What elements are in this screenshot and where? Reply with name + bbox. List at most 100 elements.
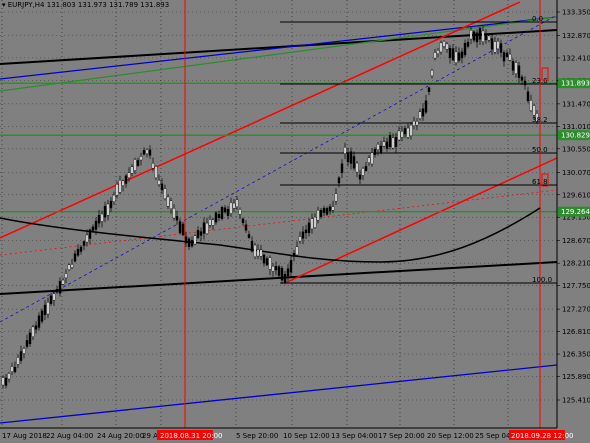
candle-body [139, 156, 143, 161]
time-tick-label: 5 Sep 20:00 [236, 432, 278, 440]
price-tick-label: 130.550 [562, 145, 590, 153]
candle-body [337, 177, 341, 184]
candle-body [349, 151, 353, 164]
candle-body [28, 332, 32, 345]
candle-body [355, 162, 359, 173]
candle-body [469, 30, 473, 40]
red-channel-upper[interactable] [0, 1, 521, 239]
candle-body [481, 30, 485, 42]
candle-body [487, 35, 491, 41]
candle-body [175, 216, 179, 221]
candle-body [1, 377, 5, 386]
candle-body [373, 148, 377, 155]
candle-body [169, 200, 173, 209]
candle-body [217, 214, 221, 218]
candle-body [451, 48, 455, 61]
candle-body [388, 135, 392, 147]
drawing-objects [0, 0, 558, 428]
blue-dashed-trendline [0, 14, 558, 323]
blue-trendline-top[interactable] [0, 16, 558, 80]
candle-body [382, 141, 386, 147]
candle-body [22, 348, 26, 354]
candle-body [76, 248, 80, 256]
candle-body [103, 205, 107, 218]
time-tick-label: 13 Sep 04:00 [331, 432, 378, 440]
candle-body [271, 266, 275, 272]
price-tick-label: 128.210 [562, 260, 590, 268]
candle-body [529, 100, 533, 111]
candle-body [19, 351, 23, 361]
candle-body [307, 222, 311, 233]
price-tick-label: 125.410 [562, 397, 590, 405]
candle-body [490, 38, 494, 50]
candle-body [499, 43, 503, 53]
candle-body [157, 180, 161, 185]
candle-body [412, 120, 416, 126]
candle-body [109, 200, 113, 209]
chart-window[interactable]: 0.0 23.6 38.2 50.0 61.8 100.0 133.350 132.870 1… [0, 0, 590, 443]
candle-body [205, 222, 209, 234]
fibo-level-label: 100.0 [532, 276, 552, 284]
axis-labels: 133.350132.870132.410131.950131.470131.0… [2, 9, 590, 440]
dropdown-triangle-icon[interactable]: ▾ [2, 1, 6, 9]
candle-body [343, 147, 347, 154]
green-trendline[interactable] [0, 16, 558, 92]
candle-body [40, 310, 44, 322]
candle-body [34, 325, 38, 330]
price-tick-label: 129.610 [562, 191, 590, 199]
price-tick-label: 126.810 [562, 328, 590, 336]
candle-body [160, 183, 164, 191]
candle-body [25, 340, 29, 347]
candle-body [49, 295, 53, 304]
candle-body [220, 207, 224, 219]
time-tick-label: 17 Sep 20:00 [378, 432, 425, 440]
candle-body [46, 302, 50, 315]
blue-trendline-bottom[interactable] [0, 364, 558, 424]
candle-body [7, 373, 11, 380]
candle-body [442, 41, 446, 47]
candle-body [16, 357, 20, 365]
candle-body [250, 240, 254, 252]
candle-body [133, 159, 137, 171]
candle-body [403, 128, 407, 135]
candle-body [463, 43, 467, 56]
candle-body [55, 289, 59, 293]
candle-body [82, 241, 86, 246]
price-tick-label: 130.070 [562, 169, 590, 177]
candle-body [163, 188, 167, 199]
candle-body [52, 293, 56, 301]
candle-body [151, 163, 155, 169]
price-tick-label: 132.410 [562, 54, 590, 62]
candle-body [253, 244, 257, 257]
candle-body [391, 137, 395, 149]
price-tick-label: 131.470 [562, 100, 590, 108]
candle-body [316, 209, 320, 221]
candle-body [421, 108, 425, 117]
candle-body [364, 166, 368, 171]
price-tick-label: 132.870 [562, 32, 590, 40]
candle-body [115, 183, 119, 196]
candle-body [460, 51, 464, 59]
candle-body [196, 230, 200, 238]
price-chart[interactable]: 0.0 23.6 38.2 50.0 61.8 100.0 133.350 132.870 1… [0, 0, 590, 443]
candle-body [232, 202, 236, 209]
candle-body [457, 52, 461, 61]
candle-body [418, 111, 422, 119]
candle-body [472, 31, 476, 41]
candle-body [256, 249, 260, 257]
candle-body [247, 234, 251, 238]
candle-body [340, 163, 344, 173]
chart-grid [0, 0, 557, 428]
candle-body [424, 100, 428, 113]
candle-body [454, 51, 458, 64]
candle-body [331, 206, 335, 211]
candle-body [136, 160, 140, 166]
candle-body [523, 80, 527, 86]
candle-body [61, 279, 65, 285]
candle-body [325, 208, 329, 215]
candle-body [4, 377, 8, 386]
candle-body [361, 168, 365, 176]
candle-body [229, 202, 233, 214]
candle-body [91, 226, 95, 231]
candle-body [493, 41, 497, 53]
